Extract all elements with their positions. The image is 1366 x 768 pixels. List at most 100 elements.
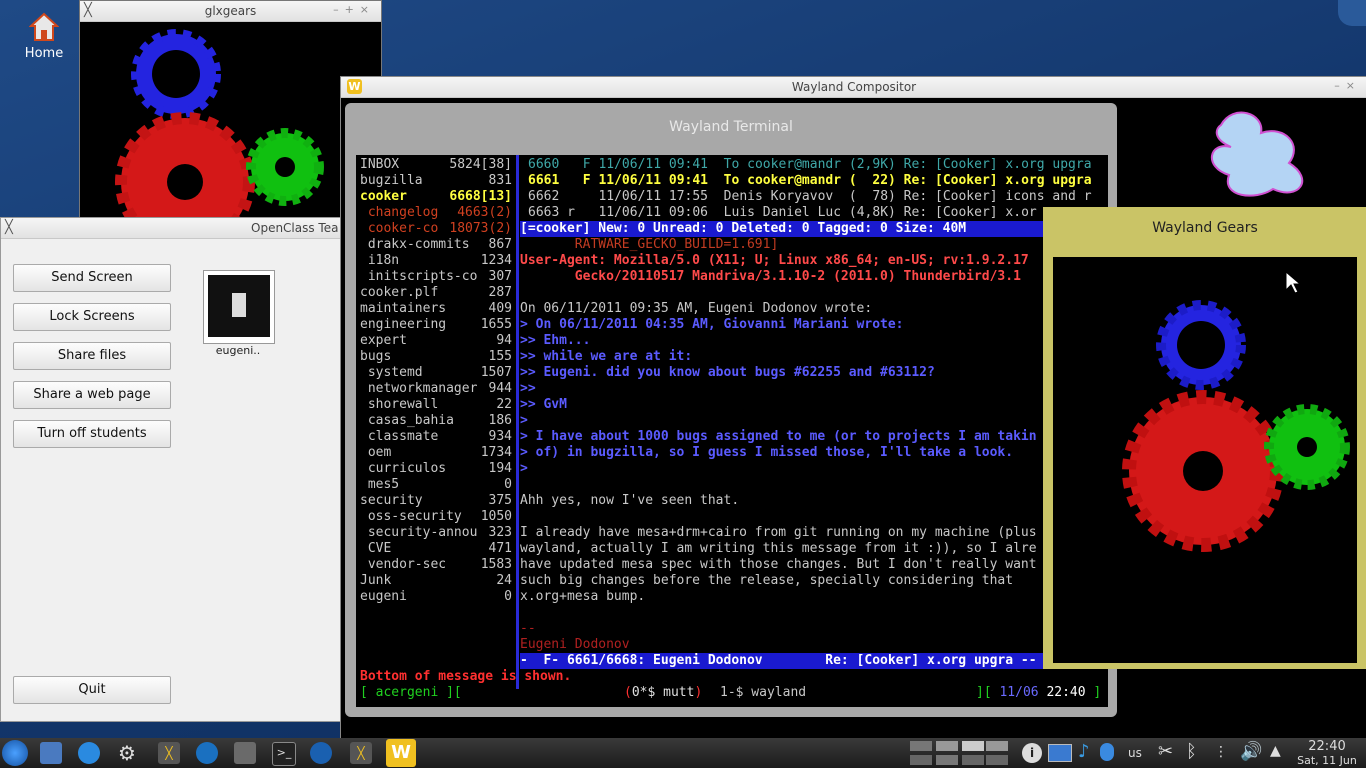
mutt-folder-row[interactable]: INBOX 5824[38] [360,157,514,173]
terminal-screen[interactable]: INBOX 5824[38] bugzilla 831 cooker 6668[13] c… [356,155,1108,707]
mutt-folder-count: 471 [488,541,512,557]
mutt-folder-row[interactable]: cooker.plf 287 [360,285,514,301]
clock[interactable]: 22:40 Sat, 11 Jun [1292,739,1362,767]
mutt-folder-row[interactable]: eugeni 0 [360,589,514,605]
mutt-index-row[interactable]: 6662 11/06/11 17:55 Denis Koryavov ( 78)… [528,189,1108,205]
screen-window-wayland[interactable]: 1-$ wayland [720,685,806,701]
mutt-folder-count: 18073(2) [449,221,512,237]
mutt-folder-row[interactable]: casas_bahia 186 [360,413,514,429]
compositor-titlebar[interactable]: W Wayland Compositor –× [341,77,1366,98]
network-icon[interactable] [234,742,256,764]
quit-button[interactable]: Quit [13,676,171,704]
mutt-folder-row[interactable]: shorewall 22 [360,397,514,413]
mutt-pager-line: Gecko/20110517 Mandriva/3.1.10-2 (2011.0… [520,269,1021,284]
mutt-pager-line: have updated mesa spec with those change… [520,557,1037,572]
mutt-folder-row[interactable]: networkmanager 944 [360,381,514,397]
openclass-titlebar[interactable]: ╳ OpenClass Tea [1,218,342,239]
turn-off-students-button[interactable]: Turn off students [13,420,171,448]
lock-screens-button[interactable]: Lock Screens [13,303,171,331]
info-icon[interactable]: i [1022,743,1042,763]
mutt-pager-line: > [520,413,528,428]
blue-gear [1156,300,1246,390]
mutt-folder-count: 94 [496,333,512,349]
mutt-folder-row[interactable]: expert 94 [360,333,514,349]
desktop-pager[interactable] [910,741,1010,765]
mutt-folder-count: 1234 [480,253,512,269]
x-window-icon-2[interactable]: ╳ [350,742,372,764]
terminal-icon[interactable]: >_ [272,742,296,766]
glxgears-window: ╳ glxgears –+× [79,0,382,218]
window-controls[interactable]: –+× [333,3,375,16]
mutt-index-row[interactable]: 6663 r 11/06/11 09:06 Luis Daniel Luc (4… [528,205,1108,221]
mutt-folder-row[interactable]: engineering 1655 [360,317,514,333]
water-drop-icon[interactable] [196,742,218,764]
tray-expand-icon[interactable]: ▲ [1270,743,1281,759]
gears-drawing [1122,300,1350,552]
mutt-folder-row[interactable]: i18n 1234 [360,253,514,269]
settings-gear-icon[interactable]: ⚙ [116,742,138,764]
mutt-folder-row[interactable]: systemd 1507 [360,365,514,381]
screen-date-bracket: ][ 11/06 22:40 ] [976,685,1102,700]
mutt-folder-row[interactable]: cooker 6668[13] [360,189,514,205]
student-thumbnail[interactable] [203,270,275,344]
mutt-folder-row[interactable]: curriculos 194 [360,461,514,477]
mutt-folder-name: casas_bahia [360,413,454,428]
drop-icon[interactable] [1100,743,1114,761]
glxgears-titlebar[interactable]: ╳ glxgears –+× [80,1,381,22]
mutt-folder-row[interactable]: maintainers 409 [360,301,514,317]
browser-icon[interactable] [78,742,100,764]
mutt-folder-row[interactable]: changelog 4663(2) [360,205,514,221]
green-gear [246,128,324,206]
share-files-button[interactable]: Share files [13,342,171,370]
mouse-pointer-icon [1285,271,1301,294]
green-gear [1264,404,1350,490]
wayland-gears-window: Wayland Gears [1043,207,1366,669]
send-screen-button[interactable]: Send Screen [13,264,171,292]
screen-window-mutt[interactable]: (0*$ mutt) [624,685,702,701]
music-note-icon[interactable]: ♪ [1078,741,1090,762]
mutt-folder-row[interactable]: bugs 155 [360,349,514,365]
window-controls[interactable]: –× [1334,79,1361,92]
gears-title[interactable]: Wayland Gears [1043,220,1366,236]
share-web-page-button[interactable]: Share a web page [13,381,171,409]
mutt-folder-count: 287 [488,285,512,301]
mutt-pager-line [520,605,1108,621]
mutt-folder-row[interactable]: security-annou 323 [360,525,514,541]
mutt-folder-count: 1583 [480,557,512,573]
mutt-folder-count: 831 [488,173,512,189]
mutt-index-row[interactable]: 6661 F 11/06/11 09:41 To cooker@mandr ( … [528,173,1108,189]
mutt-folder-row[interactable]: cooker-co 18073(2) [360,221,514,237]
bluetooth-icon[interactable]: ᛒ [1186,741,1197,762]
mutt-folder-row[interactable]: security 375 [360,493,514,509]
mutt-folder-row[interactable]: vendor-sec 1583 [360,557,514,573]
start-menu-icon[interactable] [2,740,28,766]
globe-icon[interactable] [310,742,332,764]
separator-dots: ⋮ [1214,744,1228,760]
mutt-index-row[interactable]: 6660 F 11/06/11 09:41 To cooker@mandr (2… [528,157,1108,173]
keyboard-layout[interactable]: us [1128,746,1142,760]
wayland-taskbar-icon[interactable]: W [386,739,416,767]
file-manager-icon[interactable] [40,742,62,764]
mutt-folder-name: security-annou [360,525,478,540]
mutt-folder-row[interactable]: drakx-commits 867 [360,237,514,253]
blue-gear [131,29,221,119]
screen-host: [ acergeni ][ [360,685,462,700]
volume-icon[interactable]: 🔊 [1240,741,1262,762]
mutt-folder-row[interactable]: classmate 934 [360,429,514,445]
mutt-folder-row[interactable]: Junk 24 [360,573,514,589]
mutt-folder-count: 323 [488,525,512,541]
mutt-folder-row[interactable]: oss-security 1050 [360,509,514,525]
mutt-folder-row[interactable]: initscripts-co 307 [360,269,514,285]
mutt-folder-count: 375 [488,493,512,509]
terminal-title[interactable]: Wayland Terminal [345,119,1117,135]
mutt-folder-row[interactable]: CVE 471 [360,541,514,557]
corner-widget[interactable] [1338,0,1366,26]
mutt-folder-row[interactable]: mes5 0 [360,477,514,493]
scissors-icon[interactable]: ✂ [1158,741,1173,762]
mutt-folder-row[interactable]: oem 1734 [360,445,514,461]
mutt-folder-row[interactable]: bugzilla 831 [360,173,514,189]
monitor-icon[interactable] [1048,744,1072,762]
mutt-folder-name: expert [360,333,407,348]
x-window-icon[interactable]: ╳ [158,742,180,764]
home-desktop-icon[interactable]: Home [18,12,70,61]
